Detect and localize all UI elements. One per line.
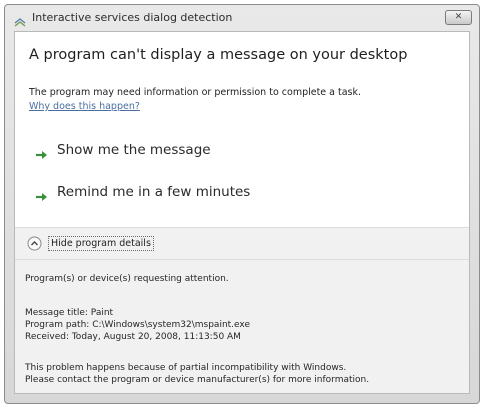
remind-later-command[interactable]: Remind me in a few minutes	[35, 182, 335, 206]
incompatibility-text: This problem happens because of partial …	[25, 363, 347, 373]
command-label: Show me the message	[57, 142, 211, 158]
window-title: Interactive services dialog detection	[32, 11, 233, 24]
command-label: Remind me in a few minutes	[57, 184, 251, 200]
services-icon	[14, 13, 26, 27]
close-icon: ✕	[454, 12, 463, 22]
close-button[interactable]: ✕	[445, 10, 472, 25]
program-details: Program(s) or device(s) requesting atten…	[15, 260, 469, 393]
chevron-up-icon[interactable]	[27, 236, 42, 251]
message-title-text: Message title: Paint	[25, 308, 114, 318]
details-expando-bar: Hide program details	[15, 227, 469, 260]
content-text: The program may need information or perm…	[29, 87, 362, 98]
dialog-content: A program can't display a message on you…	[14, 31, 470, 394]
title-bar[interactable]: Interactive services dialog detection ✕	[5, 5, 479, 31]
received-text: Received: Today, August 20, 2008, 11:13:…	[25, 332, 241, 342]
arrow-icon	[35, 146, 49, 159]
program-path-text: Program path: C:\Windows\system32\mspain…	[25, 320, 251, 330]
arrow-icon	[35, 188, 49, 201]
main-instruction: A program can't display a message on you…	[29, 47, 408, 63]
requesting-attention-text: Program(s) or device(s) requesting atten…	[25, 274, 229, 284]
show-message-command[interactable]: Show me the message	[35, 140, 335, 164]
dialog-window: Interactive services dialog detection ✕ …	[4, 4, 480, 404]
contact-manufacturer-text: Please contact the program or device man…	[25, 375, 370, 385]
hide-details-button[interactable]: Hide program details	[48, 236, 154, 251]
why-does-this-happen-link[interactable]: Why does this happen?	[29, 101, 140, 112]
